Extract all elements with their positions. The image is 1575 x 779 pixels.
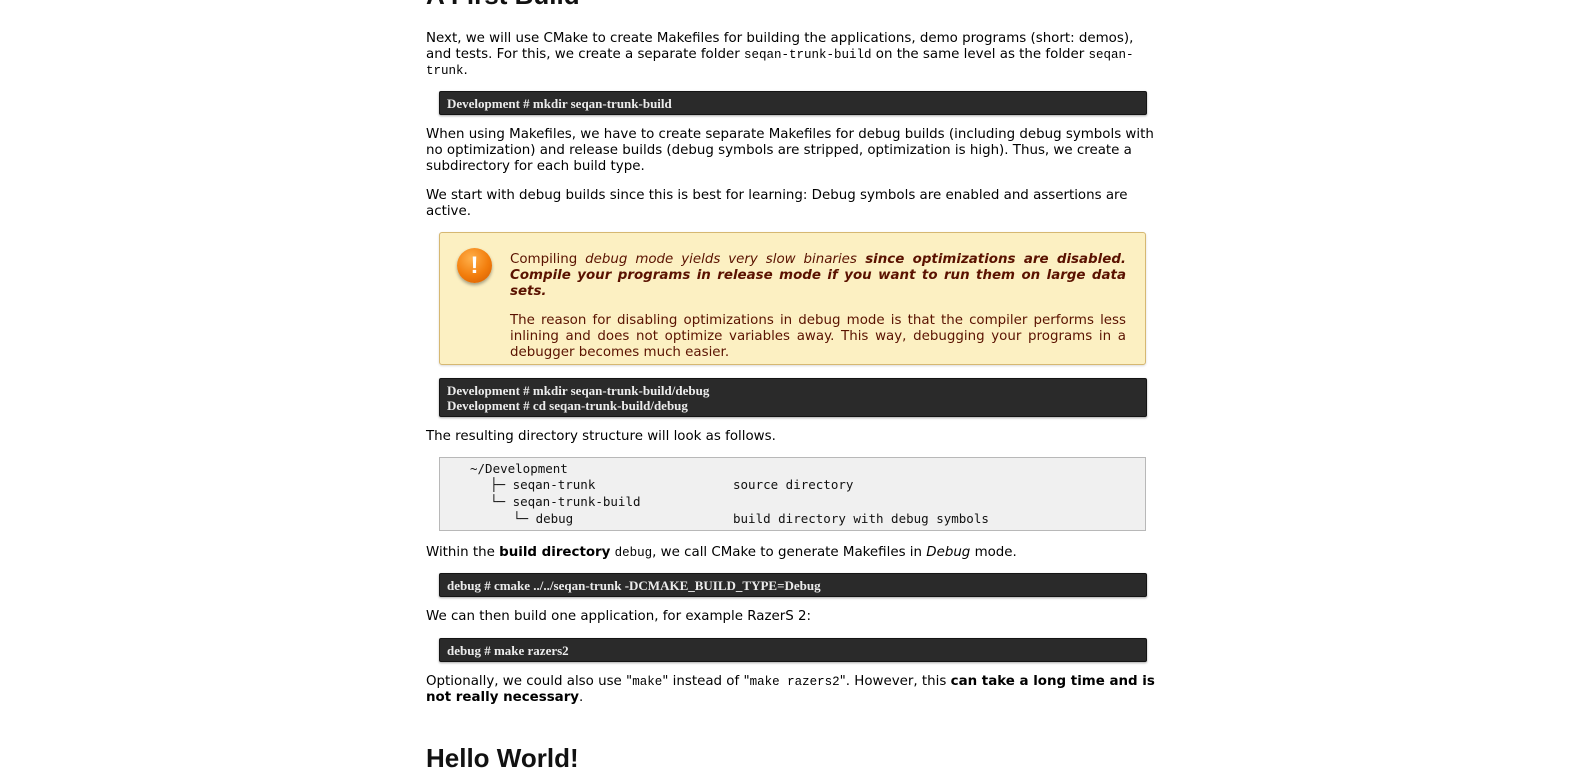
optional-text: " instead of " [662,674,750,689]
structure-paragraph: The resulting directory structure will l… [426,429,776,444]
tree-item-description: build directory with debug symbols [733,511,989,526]
command-block: Development # mkdir seqan-trunk-build/de… [439,378,1147,417]
directory-tree: ~/Development ├─ seqan-trunk source dire… [439,457,1146,531]
within-bold: build directory [499,545,611,560]
within-text: , we call CMake to generate Makefiles in [652,545,927,560]
hello-world-heading: Hello World! [426,743,579,773]
within-paragraph: Within the build directory debug, we cal… [426,545,1017,561]
tree-item: ├─ seqan-trunk [490,477,596,492]
tree-root: ~/Development [470,461,568,476]
section-heading: A First Build [426,0,580,8]
tree-item: └─ debug [513,511,574,526]
inline-code: make razers2 [749,675,840,689]
optional-text: Optionally, we could also use " [426,674,633,689]
inline-code: seqan-trunk-build [743,48,872,62]
optional-text: . [579,690,584,705]
warning-text-plain: Compiling [510,252,586,267]
optional-paragraph: Optionally, we could also use "make" ins… [426,674,1158,706]
inline-code: make [632,675,663,689]
makefiles-paragraph: When using Makefiles, we have to create … [426,127,1154,174]
intro-text: on the same level as the folder [871,47,1089,62]
command-line: Development # cd seqan-trunk-build/debug [447,398,688,413]
warning-icon: ! [457,248,492,283]
optional-text: ". However, this [839,674,951,689]
warning-text: Compiling debug mode yields very slow bi… [510,252,1126,361]
intro-text: . [463,63,468,78]
within-text: Within the [426,545,500,560]
build-one-paragraph: We can then build one application, for e… [426,609,812,624]
warning-box: ! Compiling debug mode yields very slow … [439,232,1146,365]
command-block: debug # make razers2 [439,638,1147,662]
intro-paragraph: Next, we will use CMake to create Makefi… [426,31,1158,79]
warning-text-italic: debug mode yields very slow binaries [585,252,857,267]
command-line: Development # mkdir seqan-trunk-build/de… [447,383,710,398]
within-text: mode. [970,545,1017,560]
inline-code: debug [614,546,653,560]
warning-detail: The reason for disabling optimizations i… [510,313,1126,360]
warning-line: Compiling debug mode yields very slow bi… [510,252,1126,300]
within-italic: Debug [926,545,971,560]
debug-paragraph: We start with debug builds since this is… [426,188,1128,219]
command-block: Development # mkdir seqan-trunk-build [439,91,1147,115]
command-block: debug # cmake ../../seqan-trunk -DCMAKE_… [439,573,1147,597]
tree-item-description: source directory [733,477,854,492]
tree-item: └─ seqan-trunk-build [490,494,641,509]
